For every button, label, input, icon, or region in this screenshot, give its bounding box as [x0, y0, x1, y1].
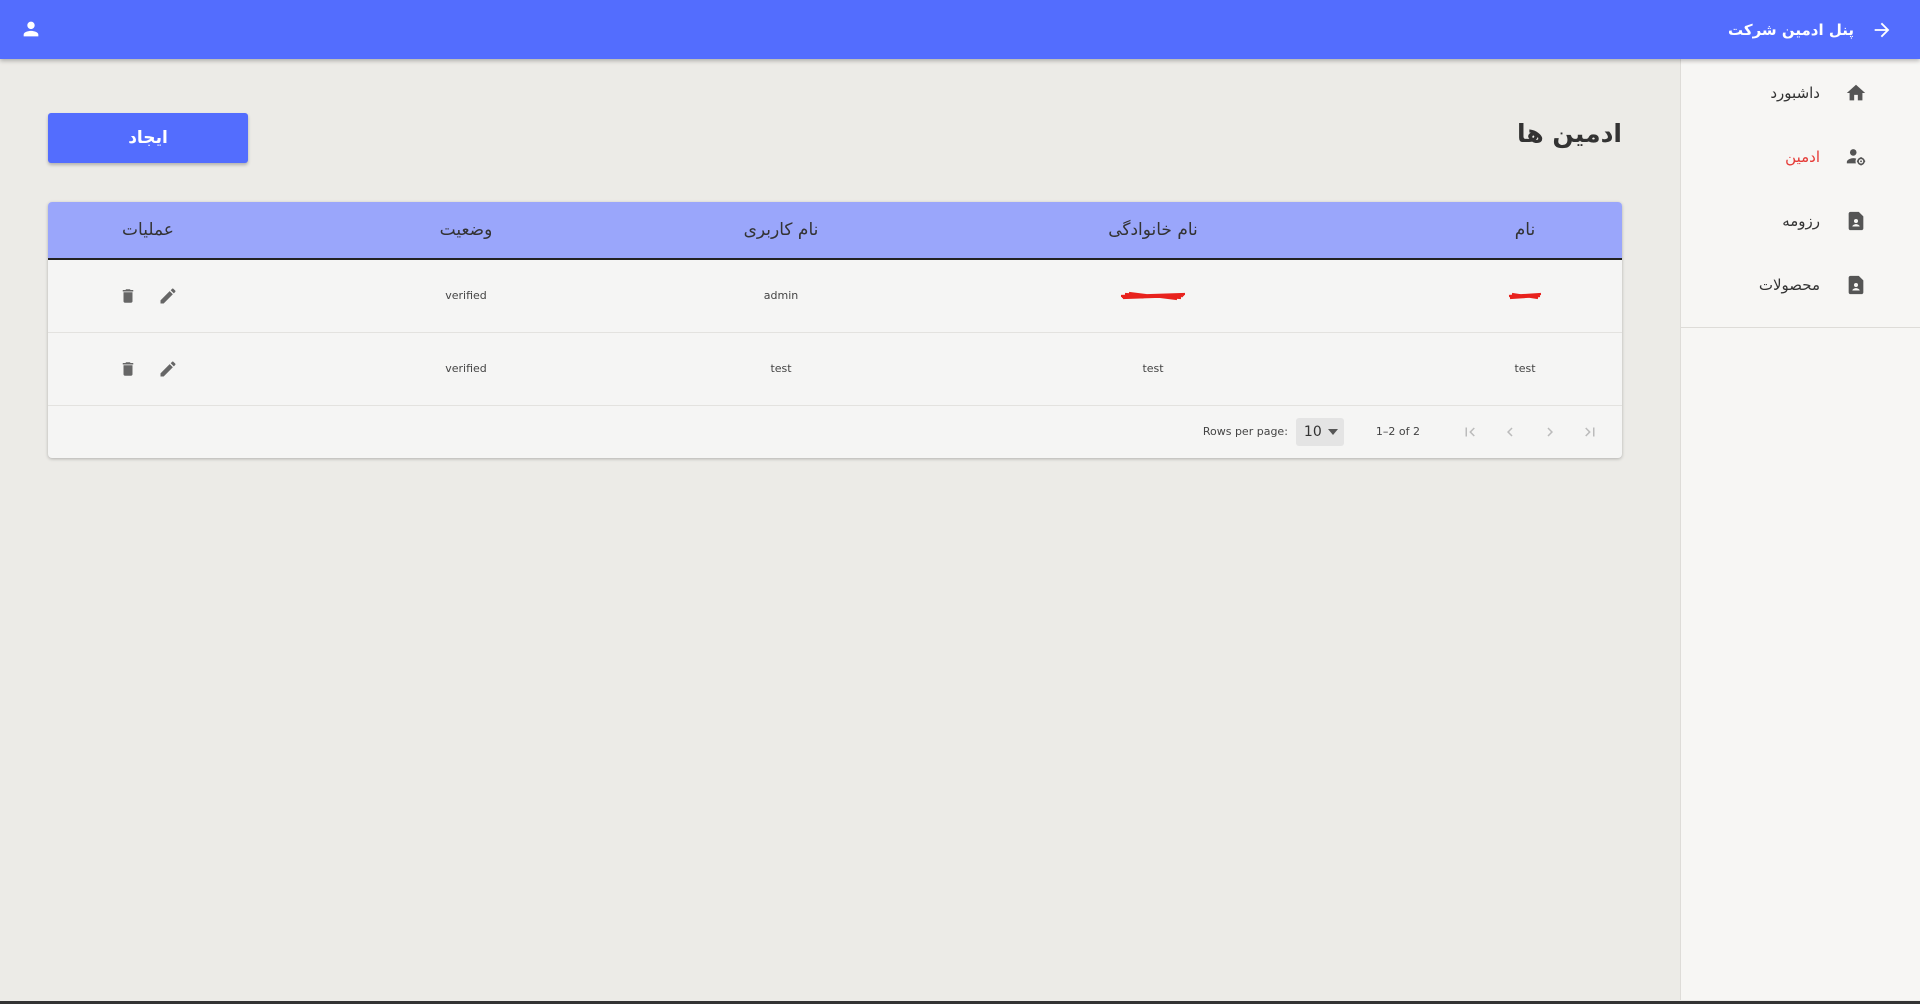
caret-down-icon	[1327, 428, 1338, 435]
cell-operations	[48, 259, 248, 332]
main-content: ادمین ها ایجاد نام نام خانوادگی نام کارب…	[48, 59, 1622, 458]
previous-page-button[interactable]	[1490, 412, 1530, 452]
home-icon	[1844, 81, 1868, 105]
pagination-range: 1–2 of 2	[1375, 425, 1420, 438]
next-page-button[interactable]	[1530, 412, 1570, 452]
sidebar-item-dashboard[interactable]: داشبورد	[1681, 61, 1920, 125]
table-row: admin verified	[48, 259, 1622, 332]
sidebar: داشبورد ادمین رزومه محصولات	[1680, 59, 1920, 1000]
rows-per-page-label: Rows per page:	[1202, 425, 1288, 438]
nav-list: داشبورد ادمین رزومه محصولات	[1681, 59, 1920, 328]
pagination: Rows per page: 10 1–2 of 2	[48, 406, 1622, 458]
sidebar-item-label: رزومه	[1782, 212, 1820, 230]
column-header-family[interactable]: نام خانوادگی	[878, 202, 1428, 259]
account-button[interactable]	[16, 14, 46, 44]
table-header-row: نام نام خانوادگی نام کاربری وضعیت عملیات	[48, 202, 1622, 259]
pencil-icon	[160, 288, 176, 304]
cell-family: test	[1142, 362, 1164, 375]
app-title: پنل ادمین شرکت	[1727, 20, 1854, 39]
cell-family	[878, 259, 1428, 332]
first-page-icon	[1465, 427, 1475, 436]
redacted-scribble	[1120, 291, 1186, 300]
sidebar-item-label: محصولات	[1758, 276, 1820, 294]
column-header-username[interactable]: نام کاربری	[684, 202, 878, 259]
sidebar-item-label: ادمین	[1785, 148, 1820, 166]
first-page-button[interactable]	[1450, 412, 1490, 452]
back-button[interactable]	[1868, 16, 1896, 44]
cell-operations	[48, 332, 248, 405]
trash-icon	[122, 289, 134, 303]
last-page-button[interactable]	[1570, 412, 1610, 452]
page-header: ادمین ها ایجاد	[48, 59, 1622, 202]
column-header-name[interactable]: نام	[1428, 202, 1622, 259]
chevron-right-icon	[1547, 427, 1553, 436]
page-title: ادمین ها	[1516, 119, 1622, 148]
sidebar-item-label: داشبورد	[1770, 84, 1820, 102]
rows-per-page-value: 10	[1303, 423, 1322, 440]
brand: پنل ادمین شرکت	[1728, 0, 1896, 59]
redacted-scribble	[1508, 293, 1542, 300]
last-page-icon	[1585, 427, 1595, 436]
cell-username: test	[770, 362, 792, 375]
cell-username: admin	[763, 289, 799, 303]
rows-per-page-select[interactable]: 10	[1295, 417, 1344, 446]
delete-button[interactable]	[117, 358, 139, 380]
document-person-icon	[1844, 273, 1868, 297]
edit-button[interactable]	[157, 358, 179, 380]
chevron-left-icon	[1507, 427, 1513, 436]
cell-status: verified	[445, 362, 487, 375]
person-icon	[23, 21, 39, 37]
table-row: test test test verified	[48, 332, 1622, 405]
arrow-forward-icon	[1874, 22, 1890, 37]
admins-table-card: نام نام خانوادگی نام کاربری وضعیت عملیات…	[48, 202, 1622, 458]
cell-status: verified	[445, 289, 487, 303]
cell-name	[1428, 259, 1622, 332]
admins-table: نام نام خانوادگی نام کاربری وضعیت عملیات…	[48, 202, 1622, 406]
column-header-operations: عملیات	[122, 220, 174, 240]
sidebar-item-resume[interactable]: رزومه	[1681, 189, 1920, 253]
app-bar: پنل ادمین شرکت	[0, 0, 1920, 59]
cell-name: test	[1514, 362, 1536, 375]
column-header-status[interactable]: وضعیت	[248, 202, 684, 259]
create-button[interactable]: ایجاد	[48, 113, 248, 163]
sidebar-item-admin[interactable]: ادمین	[1681, 125, 1920, 189]
delete-button[interactable]	[117, 285, 139, 307]
sidebar-item-products[interactable]: محصولات	[1681, 253, 1920, 317]
admin-settings-icon	[1844, 145, 1868, 169]
edit-button[interactable]	[157, 285, 179, 307]
pencil-icon	[160, 361, 176, 376]
trash-icon	[122, 361, 134, 376]
document-person-icon	[1844, 209, 1868, 233]
